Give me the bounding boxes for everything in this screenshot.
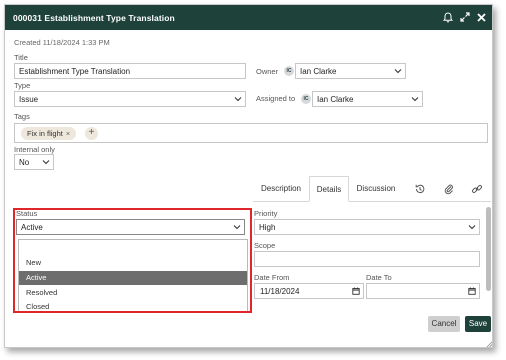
tab-discussion[interactable]: Discussion <box>353 176 399 202</box>
status-value: Active <box>21 223 43 232</box>
assigned-to-label: Assigned to <box>256 94 296 103</box>
internal-only-value: No <box>19 158 30 167</box>
title-field[interactable]: Establishment Type Translation <box>14 63 246 79</box>
remove-tag-icon[interactable]: × <box>66 129 70 138</box>
priority-label: Priority <box>254 209 278 218</box>
chevron-down-icon <box>394 69 402 74</box>
assigned-to-select[interactable]: Ian Clarke <box>312 91 423 107</box>
tags-label: Tags <box>14 112 30 121</box>
scope-label: Scope <box>254 241 276 250</box>
date-from-label: Date From <box>254 273 290 282</box>
tags-field[interactable]: Fix in flight × + <box>14 123 488 143</box>
chevron-down-icon <box>233 225 241 230</box>
history-icon[interactable] <box>414 183 426 195</box>
calendar-icon[interactable] <box>352 287 360 295</box>
chevron-down-icon <box>468 225 476 230</box>
assigned-avatar: IC <box>301 94 311 104</box>
owner-select[interactable]: Ian Clarke <box>295 63 406 79</box>
created-timestamp: Created 11/18/2024 1:33 PM <box>14 38 110 47</box>
date-from-field[interactable]: 11/18/2024 <box>254 283 364 299</box>
chevron-down-icon <box>42 160 50 165</box>
close-icon[interactable] <box>474 10 488 24</box>
status-option-new[interactable]: New <box>19 256 247 270</box>
date-to-field[interactable] <box>366 283 480 299</box>
dialog-title: 000031 Establishment Type Translation <box>13 13 175 23</box>
tag-chip[interactable]: Fix in flight × <box>21 127 77 140</box>
status-dropdown-list: New Active Resolved Closed <box>18 239 248 313</box>
add-tag-button[interactable]: + <box>85 127 98 140</box>
status-label: Status <box>16 209 38 218</box>
priority-value: High <box>259 223 276 232</box>
tag-label: Fix in flight <box>27 129 63 138</box>
owner-label: Owner <box>256 67 279 76</box>
expand-icon[interactable] <box>458 10 472 24</box>
internal-only-select[interactable]: No <box>14 154 54 170</box>
owner-avatar: IC <box>284 66 294 76</box>
chevron-down-icon <box>234 97 242 102</box>
type-value: Issue <box>19 95 39 104</box>
edit-item-dialog: 000031 Establishment Type Translation Cr… <box>4 4 493 348</box>
bell-icon[interactable] <box>441 10 455 24</box>
status-select[interactable]: Active <box>16 219 245 235</box>
calendar-icon[interactable] <box>468 287 476 295</box>
date-from-value: 11/18/2024 <box>260 287 300 296</box>
internal-only-label: Internal only <box>14 145 55 154</box>
status-option-resolved[interactable]: Resolved <box>19 286 247 300</box>
assigned-to-value: Ian Clarke <box>317 95 354 104</box>
resize-grip-icon[interactable] <box>486 341 493 348</box>
cancel-button[interactable]: Cancel <box>428 316 460 332</box>
chevron-down-icon <box>411 97 419 102</box>
link-icon[interactable] <box>471 183 483 195</box>
dialog-titlebar: 000031 Establishment Type Translation <box>5 5 492 30</box>
status-option-active[interactable]: Active <box>19 271 247 285</box>
date-to-label: Date To <box>366 273 392 282</box>
attachment-icon[interactable] <box>443 183 455 195</box>
title-value: Establishment Type Translation <box>19 67 131 76</box>
owner-value: Ian Clarke <box>300 67 337 76</box>
tab-details[interactable]: Details <box>309 176 349 202</box>
title-label: Title <box>14 53 28 62</box>
details-scrollbar[interactable] <box>486 207 491 291</box>
tab-description[interactable]: Description <box>253 176 309 202</box>
type-label: Type <box>14 81 31 90</box>
type-select[interactable]: Issue <box>14 91 246 107</box>
detail-tabs: Description Details Discussion <box>253 176 491 202</box>
status-option-closed[interactable]: Closed <box>19 300 247 314</box>
save-button[interactable]: Save <box>465 316 491 332</box>
scope-field[interactable] <box>254 251 480 267</box>
priority-select[interactable]: High <box>254 219 480 235</box>
